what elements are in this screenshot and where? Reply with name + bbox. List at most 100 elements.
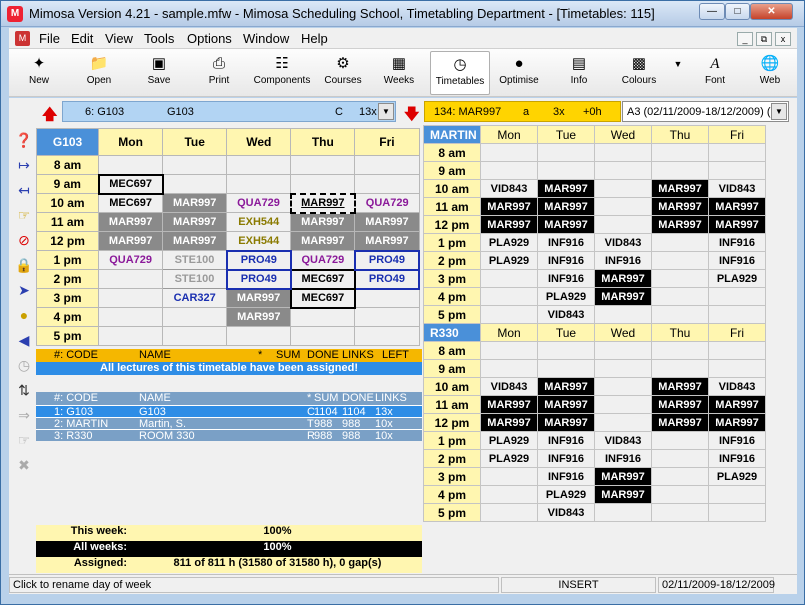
timetable-cell[interactable]: PRO49: [225, 268, 292, 290]
day-header-wed[interactable]: Wed: [226, 128, 292, 156]
timetable-cell[interactable]: [226, 174, 292, 194]
day-header[interactable]: Wed: [594, 125, 652, 144]
timetable-cell[interactable]: [354, 307, 420, 327]
print-button[interactable]: ⎙ Print: [190, 51, 248, 95]
day-header[interactable]: Thu: [651, 323, 709, 342]
menu-window[interactable]: Window: [243, 31, 289, 46]
timetable-cell[interactable]: [594, 179, 652, 198]
timetable-cell[interactable]: [162, 155, 228, 175]
timetable-cell[interactable]: MAR997: [708, 395, 766, 414]
timetable-cell[interactable]: MAR997: [537, 179, 595, 198]
timetable-cell[interactable]: MAR997: [480, 413, 538, 432]
timetable-cell[interactable]: MAR997: [651, 215, 709, 234]
timetable-cell[interactable]: [594, 395, 652, 414]
timetable-cell[interactable]: [98, 326, 164, 346]
lecture-selector[interactable]: 134: MAR997 a 3x +0h: [424, 101, 621, 122]
timetable-cell[interactable]: [226, 155, 292, 175]
timetable-cell[interactable]: INF916: [537, 269, 595, 288]
timetable-cell[interactable]: MEC697: [97, 173, 164, 195]
timetable-cell[interactable]: INF916: [594, 449, 652, 468]
timetable-cell[interactable]: [651, 305, 709, 324]
timetable-cell[interactable]: [594, 215, 652, 234]
timetable-cell[interactable]: [98, 307, 164, 327]
timetable-cell[interactable]: MEC697: [289, 268, 356, 290]
timetable-cell[interactable]: [226, 326, 292, 346]
timetable-cell[interactable]: MAR997: [594, 287, 652, 306]
timetable-cell[interactable]: [537, 341, 595, 360]
timetable-cell[interactable]: PLA929: [480, 431, 538, 450]
timetable-cell[interactable]: [594, 503, 652, 522]
timetable-cell[interactable]: [98, 288, 164, 308]
timetable-cell[interactable]: MAR997: [651, 413, 709, 432]
timetable-cell[interactable]: [594, 305, 652, 324]
timetable-cell[interactable]: VID843: [537, 503, 595, 522]
timetable-cell[interactable]: [651, 143, 709, 162]
timetable-cell[interactable]: [480, 305, 538, 324]
timetable-cell[interactable]: INF916: [594, 251, 652, 270]
timetable-cell[interactable]: [594, 341, 652, 360]
timetable-cell[interactable]: MAR997: [289, 192, 356, 214]
timetable-cell[interactable]: [708, 143, 766, 162]
mdi-close-button[interactable]: x: [775, 32, 791, 46]
timetable-cell[interactable]: PRO49: [225, 249, 292, 271]
week-selector[interactable]: A3 (02/11/2009-18/12/2009) ( ▼: [622, 101, 789, 122]
font-button[interactable]: A Font: [686, 51, 744, 95]
timetable-cell[interactable]: [290, 174, 356, 194]
info-button[interactable]: ▤ Info: [550, 51, 608, 95]
open-button[interactable]: 📁 Open: [70, 51, 128, 95]
timetable-cell[interactable]: [708, 161, 766, 180]
timetable-cell[interactable]: MAR997: [480, 395, 538, 414]
insert-icon[interactable]: ↦: [13, 153, 35, 178]
timetable-cell[interactable]: MAR997: [226, 307, 292, 327]
timetable-cell[interactable]: MAR997: [480, 197, 538, 216]
timetable-cell[interactable]: [480, 287, 538, 306]
timetable-cell[interactable]: MAR997: [98, 212, 164, 232]
swap-icon[interactable]: ⇅: [13, 378, 35, 403]
timetable-cell[interactable]: MAR997: [708, 215, 766, 234]
menu-help[interactable]: Help: [301, 31, 328, 46]
timetable-cell[interactable]: [480, 269, 538, 288]
timetable-cell[interactable]: [651, 449, 709, 468]
timetable-cell[interactable]: MAR997: [290, 212, 356, 232]
timetable-cell[interactable]: [708, 485, 766, 504]
timetable-cell[interactable]: [708, 359, 766, 378]
timetable-cell[interactable]: EXH544: [226, 212, 292, 232]
timetable-cell[interactable]: INF916: [708, 431, 766, 450]
timetable-cell[interactable]: [594, 161, 652, 180]
timetable-cell[interactable]: MAR997: [480, 215, 538, 234]
timetable-cell[interactable]: [98, 155, 164, 175]
optimise-button[interactable]: ● Optimise: [490, 51, 548, 95]
timetable-cell[interactable]: VID843: [594, 233, 652, 252]
timetable-cell[interactable]: [594, 197, 652, 216]
day-header[interactable]: Tue: [537, 323, 595, 342]
day-header[interactable]: Mon: [480, 125, 538, 144]
timetable-cell[interactable]: [162, 174, 228, 194]
timetable-cell[interactable]: MAR997: [162, 212, 228, 232]
timetable-cell[interactable]: QUA729: [354, 193, 420, 213]
timetable-cell[interactable]: PRO49: [353, 249, 421, 271]
timetable-cell[interactable]: [651, 269, 709, 288]
save-button[interactable]: ▣ Save: [130, 51, 188, 95]
grid-name[interactable]: R330: [423, 323, 481, 342]
timetables-button[interactable]: ◷ Timetables: [430, 51, 490, 95]
timetable-cell[interactable]: MAR997: [594, 485, 652, 504]
timetable-cell[interactable]: [354, 288, 420, 308]
timetable-cell[interactable]: [354, 174, 420, 194]
timetable-cell[interactable]: [651, 287, 709, 306]
timetable-cell[interactable]: MAR997: [537, 215, 595, 234]
timetable-cell[interactable]: [290, 307, 356, 327]
timetable-cell[interactable]: INF916: [708, 233, 766, 252]
timetable-cell[interactable]: MAR997: [162, 231, 228, 251]
timetable-cell[interactable]: [537, 359, 595, 378]
day-header-tue[interactable]: Tue: [162, 128, 228, 156]
day-header-mon[interactable]: Mon: [98, 128, 164, 156]
timetable-cell[interactable]: [480, 467, 538, 486]
timetable-cell[interactable]: [480, 161, 538, 180]
timetable-cell[interactable]: MAR997: [594, 269, 652, 288]
timetable-cell[interactable]: [537, 143, 595, 162]
components-button[interactable]: ☷ Components: [250, 51, 314, 95]
courses-button[interactable]: ⚙ Courses: [314, 51, 372, 95]
timetable-cell[interactable]: MAR997: [651, 395, 709, 414]
lock-icon[interactable]: 🔒: [13, 253, 35, 278]
timetable-cell[interactable]: VID843: [480, 377, 538, 396]
